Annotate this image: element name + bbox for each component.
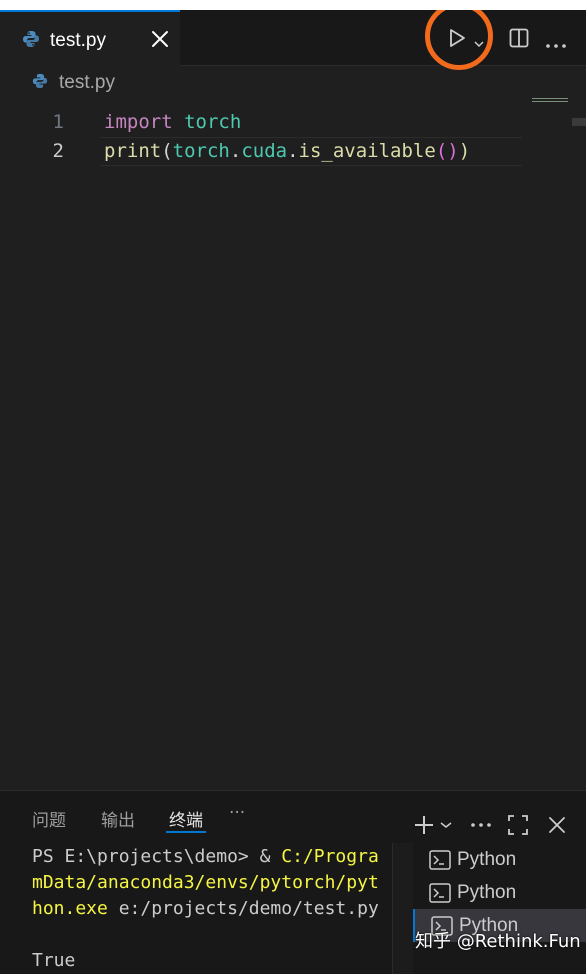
code-token: torch [172,140,230,162]
terminal-line: mData/anaconda3/envs/pytorch/pyt [32,870,392,896]
terminal-list-item[interactable]: Python [413,876,586,909]
code-line: 2 print(torch.cuda.is_available()) [0,137,586,166]
terminal-label: Python [457,882,517,903]
terminal-line: True [32,948,392,974]
tab-test-py[interactable]: test.py [0,10,180,66]
terminal-icon [429,883,451,903]
watermark: 知乎 @Rethink.Fun [415,931,581,952]
code-text: import torch [104,108,241,137]
terminal-list-item[interactable]: Python [413,843,586,876]
terminal-line: ​ [32,922,392,948]
terminal-path: C:/Progra [281,846,379,867]
terminal-icon [429,850,451,870]
plus-icon[interactable] [413,814,435,836]
python-file-icon [22,30,40,53]
terminal-text: PS E:\projects\demo> & [32,846,282,867]
code-editor[interactable]: 1 import torch 2 print(torch.cuda.is_ava… [0,96,586,786]
terminal-line: PS E:\projects\demo> & C:/Progra [32,844,392,870]
code-token: cuda [241,140,288,162]
maximize-panel-icon[interactable] [507,814,529,836]
code-token: () [435,140,459,162]
tab-problems[interactable]: 问题 [32,806,66,831]
terminal-output[interactable]: PS E:\projects\demo> & C:/Progra mData/an… [32,844,392,974]
panel-more-tabs[interactable]: ··· [229,803,245,823]
split-editor-icon[interactable] [508,27,530,54]
terminal-splitter[interactable] [392,843,413,974]
close-icon[interactable] [150,29,170,49]
code-line: 1 import torch [0,108,586,137]
python-file-icon [32,73,48,94]
code-token: ) [458,140,471,162]
terminal-path: mData/anaconda3/envs/pytorch/pyt [32,872,379,893]
code-token: torch [184,111,242,133]
more-actions-icon[interactable] [470,822,492,828]
more-actions-icon[interactable] [545,36,567,54]
chevron-down-icon[interactable] [440,821,452,829]
code-token: . [229,140,242,162]
code-token: . [287,140,299,162]
code-token: import [104,111,173,133]
minimap[interactable] [532,96,568,104]
vscode-window: test.py test.py 1 import torch 2 print(t… [0,10,586,974]
terminal-text: e:/projects/demo/test.py [107,898,379,919]
highlight-circle [425,10,493,70]
tab-label: test.py [50,30,106,51]
terminal-label: Python [457,849,517,870]
terminal-line: hon.exe e:/projects/demo/test.py [32,896,392,922]
code-token: print [104,140,162,162]
tab-terminal[interactable]: 终端 [169,806,203,831]
close-panel-icon[interactable] [548,816,566,834]
breadcrumb: test.py [0,66,586,96]
code-token: is_available [298,140,436,162]
editor-scrollbar[interactable] [572,118,586,126]
breadcrumb-file[interactable]: test.py [59,72,115,94]
code-token: ( [161,140,173,162]
line-number: 2 [52,140,64,162]
tab-bar: test.py [0,10,586,70]
terminal-text: True [32,950,76,971]
active-tab-indicator [166,831,206,833]
line-number: 1 [52,111,64,133]
terminal-path: hon.exe [32,898,108,919]
code-text: print(torch.cuda.is_available()) [104,137,470,166]
tab-output[interactable]: 输出 [101,806,135,831]
